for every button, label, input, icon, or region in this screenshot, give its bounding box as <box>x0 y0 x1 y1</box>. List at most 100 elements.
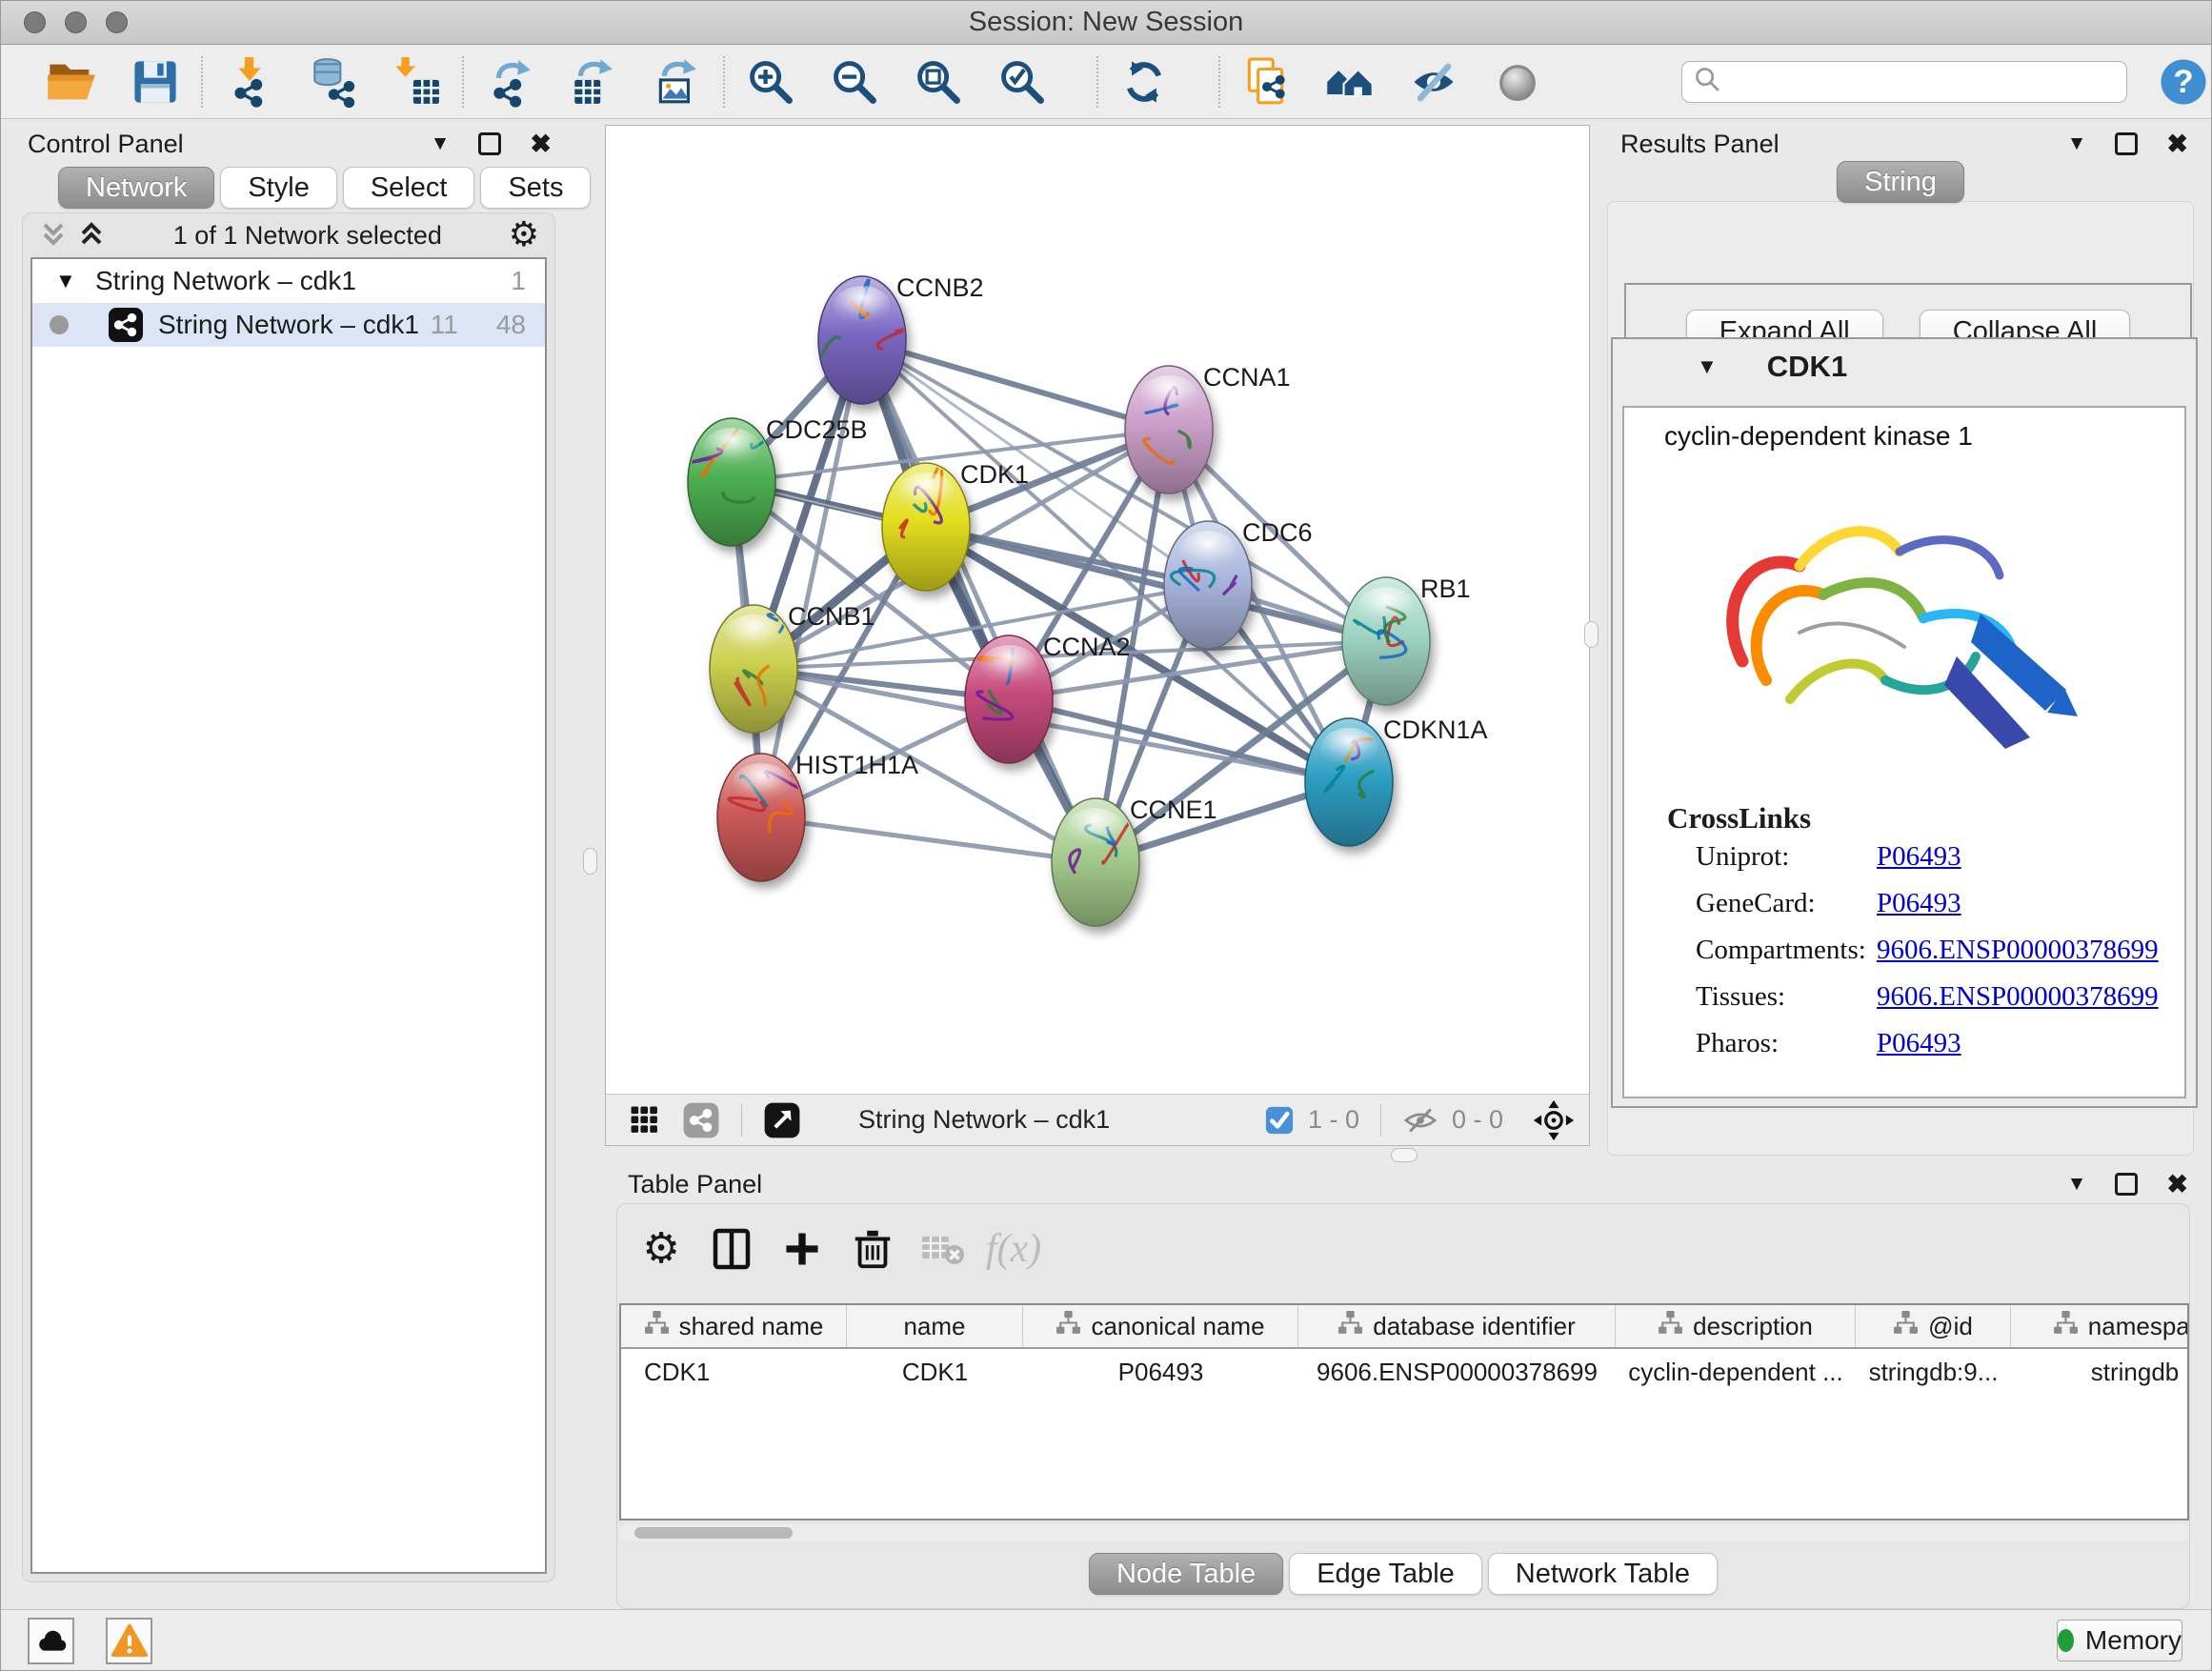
table-cell[interactable]: P06493 <box>1023 1349 1298 1395</box>
tab-string[interactable]: String <box>1837 161 1964 203</box>
node-CDK1[interactable] <box>882 463 970 591</box>
delete-column-icon[interactable] <box>846 1222 899 1276</box>
gene-section-header[interactable]: ▼ CDK1 <box>1613 339 2196 394</box>
edge-CCNB2-CCNE1[interactable] <box>862 340 1096 862</box>
bottom-splitter-handle[interactable] <box>1391 1148 1418 1162</box>
table-row[interactable]: CDK1CDK1P064939606.ENSP00000378699cyclin… <box>621 1349 2189 1395</box>
column-header-description[interactable]: description <box>1616 1305 1856 1347</box>
window-zoom-icon[interactable] <box>106 11 128 33</box>
tab-select[interactable]: Select <box>343 167 475 209</box>
collapse-all-icon[interactable] <box>38 218 69 253</box>
tab-network-table[interactable]: Network Table <box>1488 1553 1718 1595</box>
node-CCNB1[interactable] <box>710 605 797 733</box>
hide-unhide-icon[interactable] <box>1392 53 1476 111</box>
delete-table-icon[interactable] <box>916 1222 970 1276</box>
node-CDKN1A[interactable] <box>1305 718 1393 846</box>
add-column-icon[interactable] <box>775 1222 829 1276</box>
node-CCNA2[interactable] <box>965 635 1053 763</box>
birdseye-view-icon[interactable] <box>763 1101 801 1139</box>
zoom-out-icon[interactable] <box>813 53 896 111</box>
tab-node-table[interactable]: Node Table <box>1089 1553 1283 1595</box>
column-header-name[interactable]: name <box>847 1305 1023 1347</box>
right-splitter-handle[interactable] <box>1584 621 1599 648</box>
control-panel-close-icon[interactable]: ✖ <box>530 130 552 159</box>
results-panel-menu-icon[interactable]: ▼ <box>2067 132 2087 155</box>
refresh-icon[interactable] <box>1102 53 1186 111</box>
table-cell[interactable]: stringdb <box>2011 1349 2189 1395</box>
zoom-selected-icon[interactable] <box>980 53 1064 111</box>
clone-network-icon[interactable] <box>1224 53 1308 111</box>
table-panel-float-icon[interactable] <box>2115 1173 2138 1196</box>
edge-CCNB2-HIST1H1A[interactable] <box>761 340 862 817</box>
crosslink-uniprot-link[interactable]: P06493 <box>1877 841 1961 873</box>
inspect-icon[interactable] <box>1476 53 1559 111</box>
column-header-database-identifier[interactable]: database identifier <box>1298 1305 1616 1347</box>
crosslink-compartments-link[interactable]: 9606.ENSP00000378699 <box>1877 935 2159 966</box>
navigator-icon[interactable] <box>1532 1098 1576 1142</box>
edge-HIST1H1A-CCNE1[interactable] <box>761 817 1096 862</box>
left-splitter-handle[interactable] <box>583 848 597 875</box>
table-panel-menu-icon[interactable]: ▼ <box>2067 1173 2087 1196</box>
column-header-namespace[interactable]: namespace <box>2011 1305 2189 1347</box>
zoom-fit-icon[interactable] <box>896 53 980 111</box>
node-CDC6[interactable] <box>1164 521 1252 649</box>
export-network-icon[interactable] <box>468 53 552 111</box>
warning-status-icon[interactable] <box>106 1618 152 1664</box>
network-options-gear-icon[interactable]: ⚙ <box>509 218 539 252</box>
results-panel-float-icon[interactable] <box>2115 132 2138 155</box>
network-view-mode-icon[interactable] <box>682 1101 720 1139</box>
column-header-shared-name[interactable]: shared name <box>621 1305 847 1347</box>
node-HIST1H1A[interactable] <box>717 754 805 881</box>
column-header--id[interactable]: @id <box>1856 1305 2011 1347</box>
function-builder-icon[interactable]: f(x) <box>987 1222 1040 1276</box>
import-network-icon[interactable] <box>207 53 291 111</box>
export-table-icon[interactable] <box>552 53 635 111</box>
node-CCNA1[interactable] <box>1125 366 1213 493</box>
cloud-status-icon[interactable] <box>28 1618 74 1664</box>
import-database-icon[interactable] <box>291 53 374 111</box>
memory-button[interactable]: Memory <box>2057 1620 2182 1661</box>
grid-view-icon[interactable] <box>627 1102 663 1138</box>
table-cell[interactable]: 9606.ENSP00000378699 <box>1298 1349 1616 1395</box>
window-minimize-icon[interactable] <box>65 11 87 33</box>
window-close-icon[interactable] <box>24 11 46 33</box>
tab-network[interactable]: Network <box>58 167 214 209</box>
export-image-icon[interactable] <box>635 53 719 111</box>
search-box[interactable] <box>1681 61 2127 103</box>
table-cell[interactable]: cyclin-dependent ... <box>1616 1349 1856 1395</box>
selected-count-checkbox[interactable] <box>1264 1105 1295 1136</box>
node-CCNE1[interactable] <box>1052 798 1139 926</box>
import-table-icon[interactable] <box>374 53 458 111</box>
column-header-canonical-name[interactable]: canonical name <box>1023 1305 1298 1347</box>
table-settings-icon[interactable]: ⚙ <box>634 1222 688 1276</box>
crosslink-genecard-link[interactable]: P06493 <box>1877 888 1961 919</box>
table-panel-close-icon[interactable]: ✖ <box>2166 1170 2188 1199</box>
crosslink-tissues-link[interactable]: 9606.ENSP00000378699 <box>1877 981 2159 1013</box>
table-cell[interactable]: stringdb:9... <box>1856 1349 2011 1395</box>
zoom-in-icon[interactable] <box>729 53 813 111</box>
crosslink-pharos-link[interactable]: P06493 <box>1877 1028 1961 1059</box>
string-home-icon[interactable] <box>1308 53 1392 111</box>
table-horizontal-scrollbar[interactable] <box>619 1524 2189 1541</box>
tab-edge-table[interactable]: Edge Table <box>1289 1553 1482 1595</box>
help-icon[interactable]: ? <box>2156 53 2211 111</box>
table-cell[interactable]: CDK1 <box>621 1349 847 1395</box>
node-RB1[interactable] <box>1342 577 1430 705</box>
network-canvas[interactable]: CCNB2CCNA1CDC25BCDK1CDC6RB1CCNB1CCNA2CDK… <box>606 126 1589 1094</box>
tab-sets[interactable]: Sets <box>480 167 591 209</box>
edge-CCNB2-CCNA1[interactable] <box>862 340 1169 430</box>
scrollbar-thumb[interactable] <box>634 1527 793 1539</box>
table-cell[interactable]: CDK1 <box>847 1349 1023 1395</box>
search-input[interactable] <box>1724 65 2117 99</box>
open-session-icon[interactable] <box>30 53 113 111</box>
network-collection-row[interactable]: ▼ String Network – cdk1 1 <box>32 259 545 303</box>
tab-style[interactable]: Style <box>220 167 336 209</box>
network-row[interactable]: String Network – cdk1 11 48 <box>32 303 545 347</box>
split-columns-icon[interactable] <box>705 1222 758 1276</box>
save-session-icon[interactable] <box>113 53 197 111</box>
expand-all-icon[interactable] <box>76 218 107 253</box>
gene-collapse-icon[interactable]: ▼ <box>1697 354 1718 379</box>
tree-expander-icon[interactable]: ▼ <box>55 269 80 293</box>
control-panel-menu-icon[interactable]: ▼ <box>431 132 451 155</box>
control-panel-float-icon[interactable] <box>478 132 501 155</box>
